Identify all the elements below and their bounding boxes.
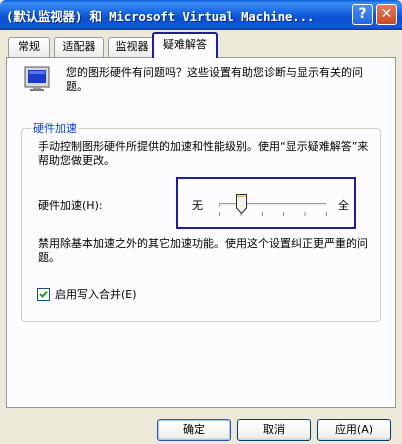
apply-button[interactable]: 应用(A)	[317, 419, 391, 441]
write-combining-checkbox[interactable]	[37, 288, 50, 301]
tab-monitor[interactable]: 监视器	[108, 37, 156, 57]
slider-thumb[interactable]	[235, 194, 247, 214]
acceleration-status-text: 禁用除基本加速之外的其它加速功能。使用这个设置纠正更严重的问题。	[38, 237, 368, 264]
acceleration-slider[interactable]	[213, 190, 333, 220]
title-bar[interactable]: (默认监视器) 和 Microsoft Virtual Machine... ?…	[0, 0, 402, 30]
slider-max-label: 全	[338, 199, 349, 212]
group-title: 硬件加速	[31, 120, 79, 136]
close-button[interactable]: ✕	[376, 4, 397, 25]
slider-min-label: 无	[192, 199, 203, 212]
ok-button[interactable]: 确定	[157, 419, 231, 441]
help-button[interactable]: ?	[352, 4, 373, 25]
monitor-icon	[24, 66, 50, 91]
cancel-button[interactable]: 取消	[237, 419, 311, 441]
acceleration-description: 手动控制图形硬件所提供的加速和性能级别。使用“显示疑难解答”来帮助您做更改。	[38, 140, 369, 167]
intro-text: 您的图形硬件有问题吗？这些设置有助您诊断与显示有关的问题。	[66, 66, 363, 93]
window-title: (默认监视器) 和 Microsoft Virtual Machine...	[6, 9, 315, 24]
tab-adapter[interactable]: 适配器	[54, 37, 104, 57]
tab-strip: 常规 适配器 监视器 疑难解答	[6, 32, 398, 58]
tab-general[interactable]: 常规	[8, 37, 50, 57]
tab-troubleshoot[interactable]: 疑难解答	[152, 32, 218, 58]
write-combining-label: 启用写入合并(E)	[55, 288, 137, 301]
acceleration-label: 硬件加速(H):	[38, 199, 103, 212]
checkmark-icon	[39, 290, 48, 298]
